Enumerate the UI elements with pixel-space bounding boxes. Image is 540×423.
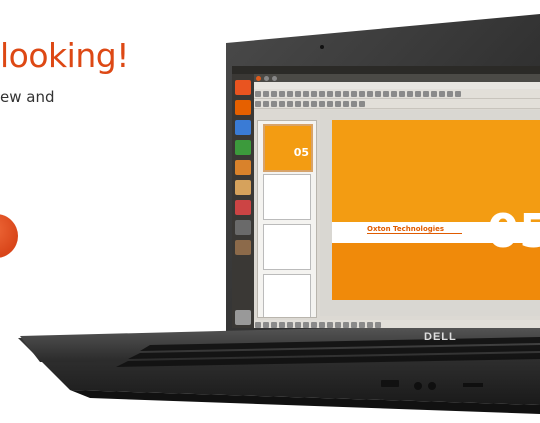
- drawing-toolbar: [254, 320, 540, 328]
- laptop-brand-logo: DELL: [424, 331, 457, 343]
- formatting-toolbar: [254, 99, 540, 109]
- toolbar-button[interactable]: [295, 321, 301, 328]
- toolbar-button[interactable]: [439, 90, 445, 97]
- toolbar-button[interactable]: [263, 100, 269, 107]
- toolbar-button[interactable]: [335, 321, 341, 328]
- toolbar-button[interactable]: [311, 100, 317, 107]
- toolbar-button[interactable]: [375, 90, 381, 97]
- toolbar-button[interactable]: [335, 100, 341, 107]
- maximize-icon[interactable]: [272, 76, 277, 81]
- writer-icon[interactable]: [235, 120, 251, 135]
- current-slide[interactable]: Oxton Technologies 05: [332, 120, 540, 300]
- toolbar-button[interactable]: [359, 100, 365, 107]
- toolbar-button[interactable]: [279, 90, 285, 97]
- toolbar-button[interactable]: [271, 321, 277, 328]
- slide-editing-area: Oxton Technologies 05: [320, 110, 540, 316]
- toolbar-button[interactable]: [295, 100, 301, 107]
- menu-bar: [254, 82, 540, 89]
- toolbar-button[interactable]: [359, 321, 365, 328]
- toolbar-button[interactable]: [255, 321, 261, 328]
- toolbar-button[interactable]: [351, 321, 357, 328]
- toolbar-button[interactable]: [327, 90, 333, 97]
- settings-icon[interactable]: [235, 220, 251, 235]
- toolbar-button[interactable]: [367, 90, 373, 97]
- slides-pane: 05: [257, 120, 317, 318]
- toolbar-button[interactable]: [407, 90, 413, 97]
- calc-icon[interactable]: [235, 140, 251, 155]
- trash-icon[interactable]: [235, 310, 251, 325]
- toolbar-button[interactable]: [351, 90, 357, 97]
- toolbar-button[interactable]: [295, 90, 301, 97]
- toolbar-button[interactable]: [279, 321, 285, 328]
- toolbar-button[interactable]: [383, 90, 389, 97]
- toolbar-button[interactable]: [415, 90, 421, 97]
- toolbar-button[interactable]: [303, 100, 309, 107]
- toolbar-button[interactable]: [303, 321, 309, 328]
- slide-thumbnail[interactable]: [263, 274, 311, 317]
- slide-thumbnail[interactable]: [263, 224, 311, 270]
- firefox-icon[interactable]: [235, 100, 251, 115]
- window-titlebar: [254, 74, 540, 82]
- close-icon[interactable]: [256, 76, 261, 81]
- laptop-screen: 05 Oxton Technologies 05: [232, 66, 540, 328]
- toolbar-button[interactable]: [255, 100, 261, 107]
- toolbar-button[interactable]: [447, 90, 453, 97]
- slide-thumbnail[interactable]: [263, 174, 311, 220]
- launcher-dash-icon[interactable]: [235, 80, 251, 95]
- impress-icon[interactable]: [235, 160, 251, 175]
- toolbar-button[interactable]: [263, 321, 269, 328]
- toolbar-button[interactable]: [303, 90, 309, 97]
- toolbar-button[interactable]: [335, 90, 341, 97]
- ubuntu-top-panel: [232, 66, 540, 74]
- toolbar-button[interactable]: [287, 321, 293, 328]
- view-tabs: [320, 110, 540, 117]
- toolbar-button[interactable]: [327, 100, 333, 107]
- toolbar-button[interactable]: [351, 100, 357, 107]
- software-center-icon[interactable]: [235, 180, 251, 195]
- toolbar-button[interactable]: [311, 321, 317, 328]
- toolbar-button[interactable]: [319, 90, 325, 97]
- thumb-number: 05: [293, 146, 309, 159]
- toolbar-button[interactable]: [431, 90, 437, 97]
- toolbar-button[interactable]: [375, 321, 381, 328]
- toolbar-button[interactable]: [359, 90, 365, 97]
- toolbar-button[interactable]: [287, 100, 293, 107]
- slide-thumbnail[interactable]: 05: [263, 124, 313, 172]
- toolbar-button[interactable]: [319, 321, 325, 328]
- toolbar-button[interactable]: [343, 100, 349, 107]
- toolbar-button[interactable]: [455, 90, 461, 97]
- toolbar-button[interactable]: [367, 321, 373, 328]
- slide-title-underline: [367, 233, 462, 234]
- standard-toolbar: [254, 89, 540, 99]
- toolbar-button[interactable]: [271, 100, 277, 107]
- toolbar-button[interactable]: [343, 90, 349, 97]
- slide-number: 05: [487, 204, 540, 258]
- impress-window: 05 Oxton Technologies 05: [254, 74, 540, 328]
- toolbar-button[interactable]: [279, 100, 285, 107]
- toolbar-button[interactable]: [423, 90, 429, 97]
- toolbar-button[interactable]: [271, 90, 277, 97]
- workspace-icon[interactable]: [235, 240, 251, 255]
- toolbar-button[interactable]: [319, 100, 325, 107]
- toolbar-button[interactable]: [311, 90, 317, 97]
- toolbar-button[interactable]: [399, 90, 405, 97]
- toolbar-button[interactable]: [343, 321, 349, 328]
- minimize-icon[interactable]: [264, 76, 269, 81]
- toolbar-button[interactable]: [287, 90, 293, 97]
- toolbar-button[interactable]: [255, 90, 261, 97]
- toolbar-button[interactable]: [263, 90, 269, 97]
- toolbar-button[interactable]: [327, 321, 333, 328]
- slide-title: Oxton Technologies: [367, 225, 445, 233]
- unity-launcher: [232, 74, 254, 328]
- ubuntu-one-icon[interactable]: [235, 200, 251, 215]
- toolbar-button[interactable]: [391, 90, 397, 97]
